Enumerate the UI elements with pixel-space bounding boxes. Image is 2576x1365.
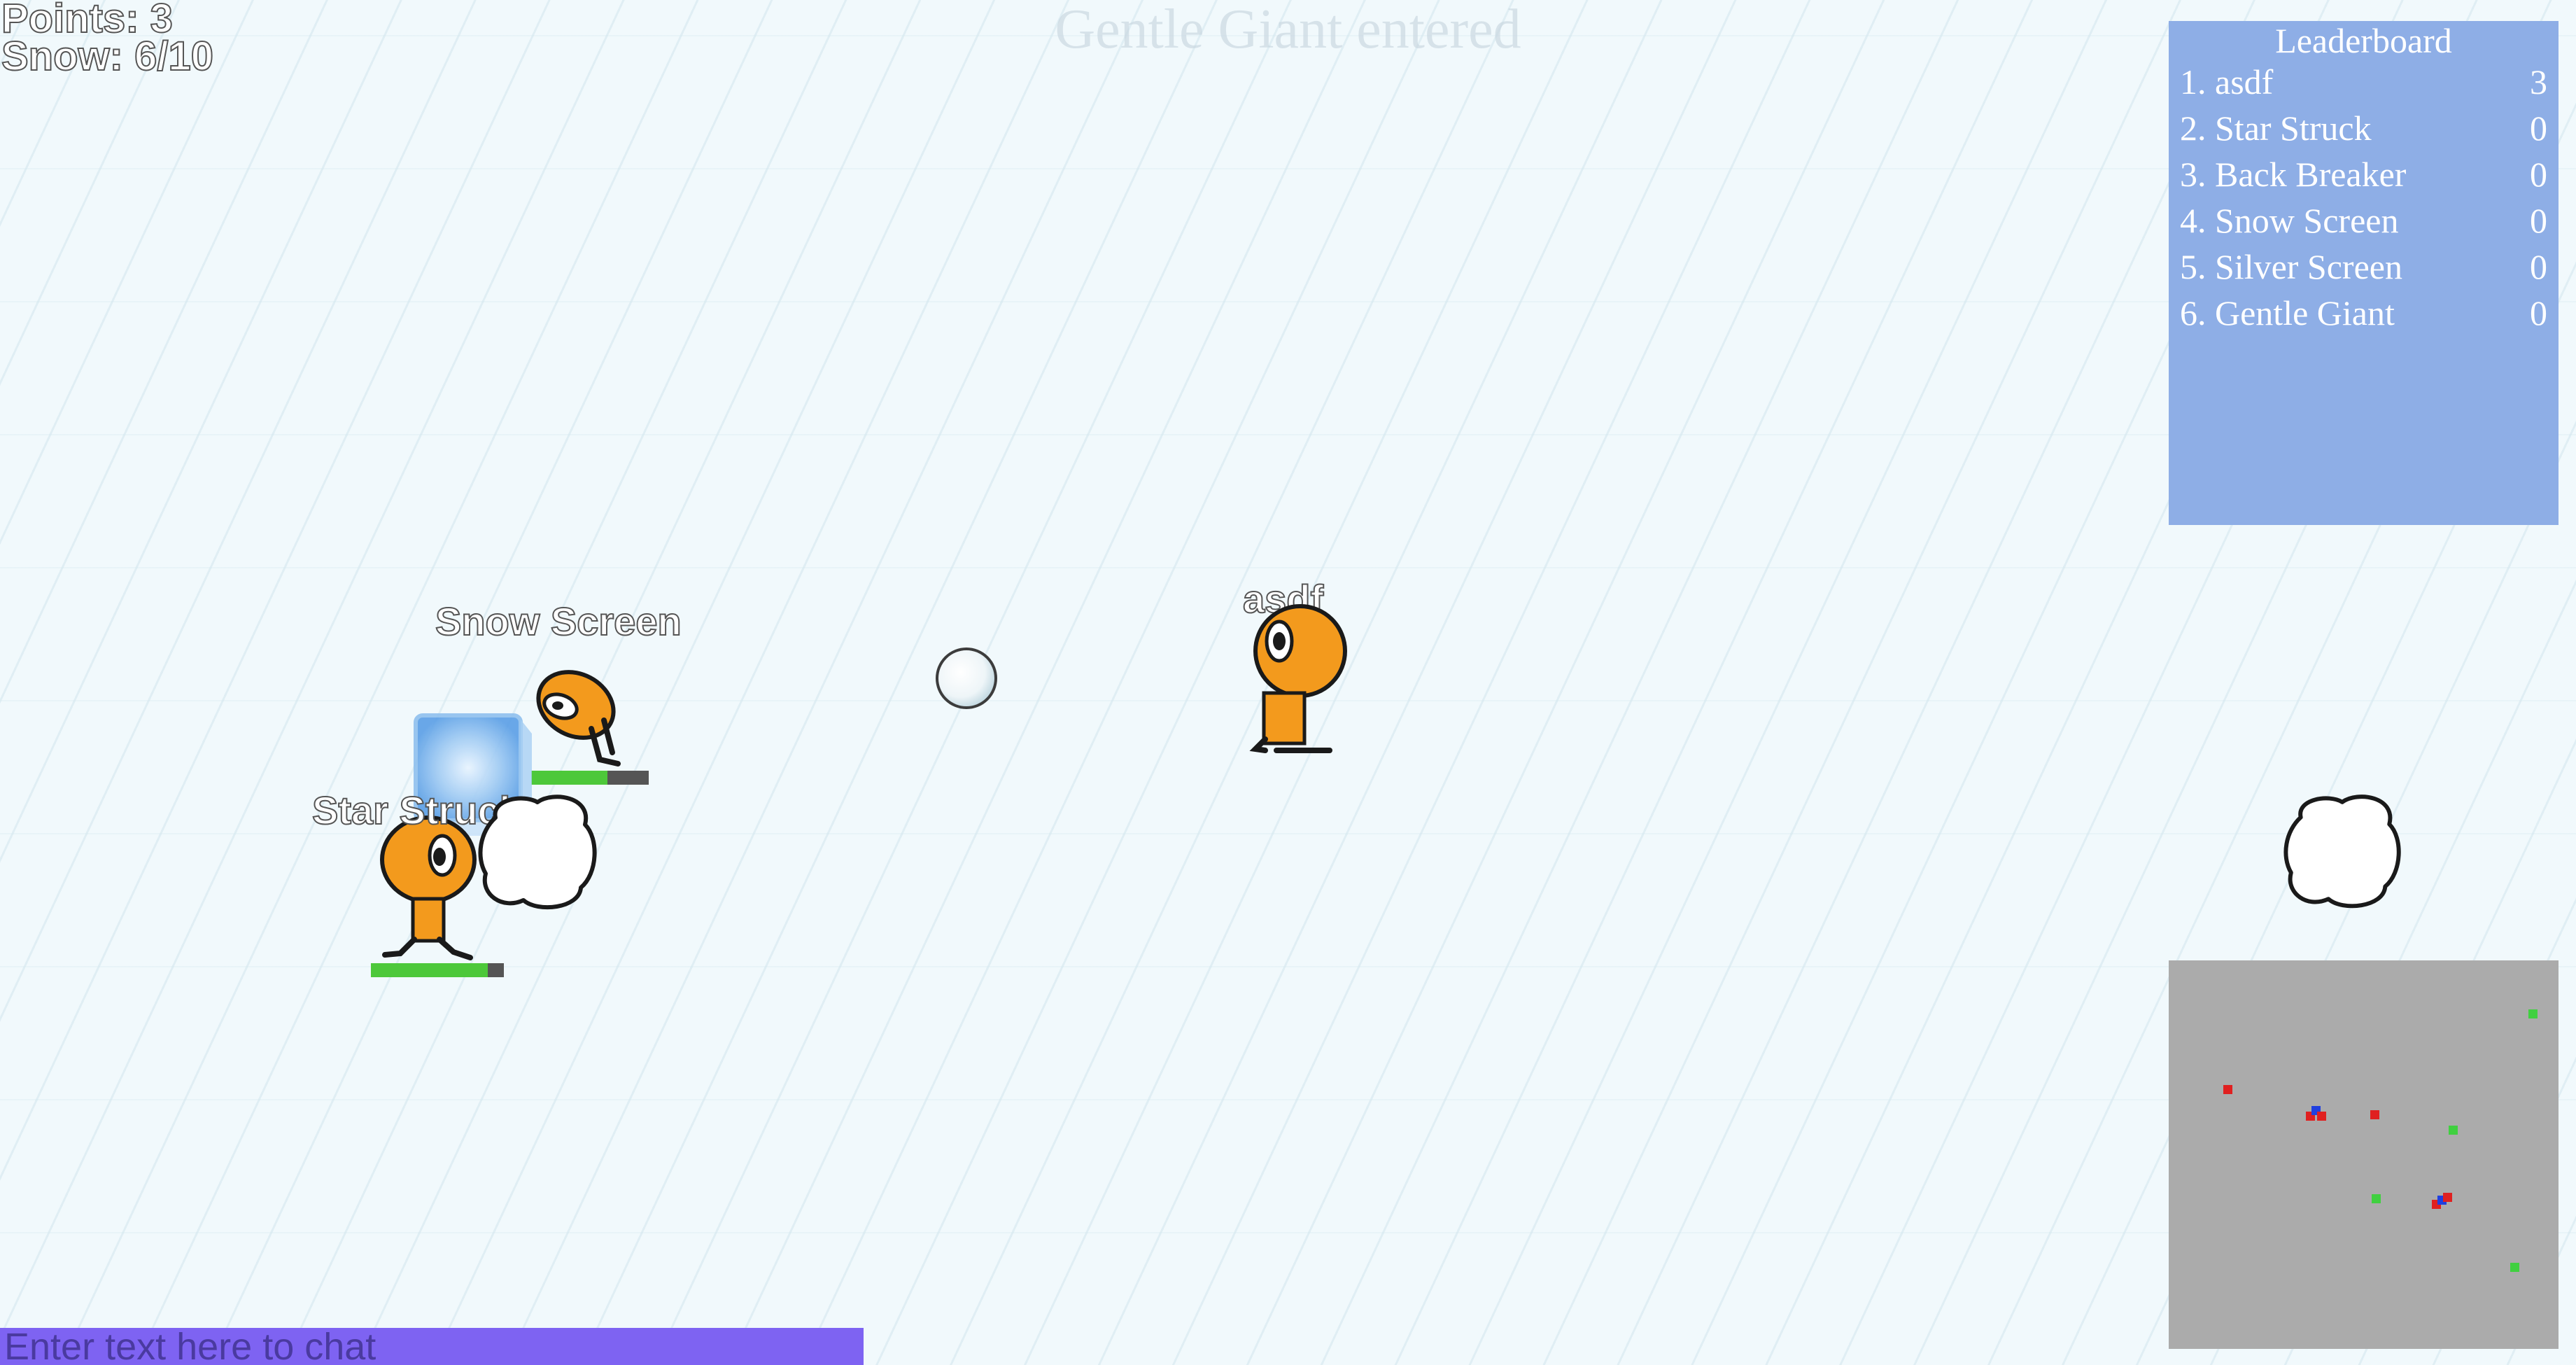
minimap-enemy-marker — [2317, 1112, 2326, 1121]
leaderboard-player-score: 0 — [2530, 155, 2547, 194]
player-ducking-sprite — [536, 670, 621, 766]
leaderboard-player-name: 1. asdf — [2180, 62, 2274, 102]
leaderboard-row: 2. Star Struck 0 — [2169, 105, 2559, 151]
snow-pile — [2283, 794, 2401, 909]
player-sprite — [1249, 604, 1347, 753]
leaderboard-row: 1. asdf 3 — [2169, 59, 2559, 105]
leaderboard-player-score: 0 — [2530, 293, 2547, 332]
leaderboard-player-name: 3. Back Breaker — [2180, 155, 2407, 194]
leaderboard-player-score: 0 — [2530, 201, 2547, 240]
leaderboard-player-name: 4. Snow Screen — [2180, 201, 2399, 240]
player-health-fill — [531, 771, 608, 785]
snow-pile — [478, 794, 597, 910]
leaderboard-row: 5. Silver Screen 0 — [2169, 244, 2559, 290]
minimap-snow-marker — [2449, 1126, 2458, 1135]
leaderboard-player-name: 6. Gentle Giant — [2180, 293, 2395, 332]
player-health-bar — [531, 771, 649, 785]
leaderboard-panel: Leaderboard 1. asdf 3 2. Star Struck 0 3… — [2169, 21, 2559, 525]
chat-input[interactable] — [0, 1328, 864, 1365]
leaderboard-player-score: 3 — [2530, 62, 2547, 102]
minimap-snow-marker — [2372, 1194, 2381, 1203]
minimap-snow-marker — [2510, 1263, 2519, 1272]
minimap-enemy-marker — [2370, 1110, 2379, 1119]
leaderboard-row: 3. Back Breaker 0 — [2169, 151, 2559, 197]
minimap — [2169, 960, 2559, 1349]
leaderboard-row: 6. Gentle Giant 0 — [2169, 290, 2559, 336]
snowball — [936, 648, 997, 709]
minimap-snow-marker — [2528, 1009, 2538, 1018]
leaderboard-player-name: 5. Silver Screen — [2180, 247, 2402, 286]
minimap-enemy-marker — [2443, 1193, 2452, 1202]
player-health-bar — [371, 963, 504, 977]
player-name-label: Snow Screen — [435, 599, 682, 643]
leaderboard-player-name: 2. Star Struck — [2180, 108, 2372, 148]
minimap-enemy-marker — [2223, 1085, 2232, 1094]
leaderboard-player-score: 0 — [2530, 247, 2547, 286]
game-canvas[interactable]: Points: 3 Snow: 6/10 Gentle Giant entere… — [0, 0, 2576, 1365]
leaderboard-title: Leaderboard — [2275, 21, 2452, 60]
leaderboard-row: 4. Snow Screen 0 — [2169, 197, 2559, 244]
leaderboard-player-score: 0 — [2530, 108, 2547, 148]
player-health-fill — [371, 963, 488, 977]
